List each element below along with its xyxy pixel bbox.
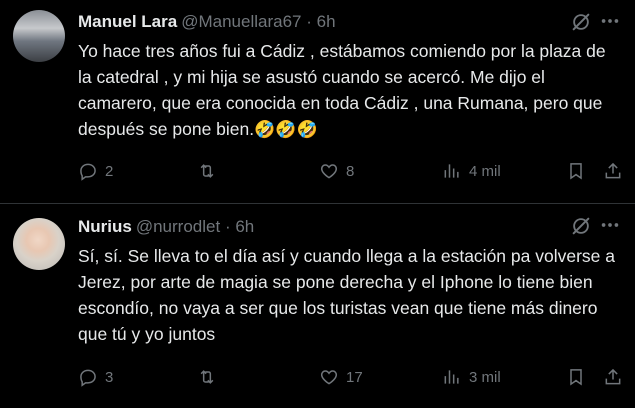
- view-count: 3 mil: [469, 368, 501, 386]
- like-count: 8: [346, 162, 355, 180]
- action-bar: 2 8 4 mil: [78, 160, 623, 182]
- repost-button[interactable]: [197, 160, 224, 182]
- share-icon: [605, 162, 621, 179]
- more-horizontal-icon[interactable]: [599, 10, 621, 32]
- author-name[interactable]: Nurius: [78, 217, 132, 236]
- like-button[interactable]: 17: [319, 366, 363, 388]
- share-button[interactable]: [603, 160, 623, 182]
- tweet[interactable]: Nurius @nurrodlet · 6h Sí, sí. Se lleva t…: [0, 204, 635, 408]
- bookmark-icon: [570, 163, 582, 180]
- reply-count: 3: [105, 368, 114, 386]
- author-handle[interactable]: @Manuellara67: [181, 12, 301, 31]
- reply-button[interactable]: 2: [78, 160, 113, 182]
- share-icon: [605, 368, 621, 385]
- reply-count: 2: [105, 162, 114, 180]
- tweet-header: Manuel Lara @Manuellara67 · 6h: [78, 12, 336, 32]
- author-name[interactable]: Manuel Lara: [78, 12, 177, 31]
- like-button[interactable]: 8: [319, 160, 354, 182]
- more-horizontal-icon[interactable]: [599, 214, 621, 236]
- avatar[interactable]: [13, 218, 65, 270]
- heart-icon: [320, 370, 338, 385]
- views-icon: [444, 370, 459, 384]
- tweet-text: Yo hace tres años fui a Cádiz , estábamo…: [78, 38, 623, 143]
- tweet-body: Yo hace tres años fui a Cádiz , estábamo…: [78, 41, 606, 139]
- action-bar: 3 17 3 mil: [78, 366, 623, 388]
- separator-dot: ·: [306, 12, 312, 31]
- grok-icon[interactable]: [570, 215, 592, 237]
- bookmark-icon: [570, 369, 582, 386]
- repost-icon: [200, 370, 214, 384]
- bookmark-button[interactable]: [566, 160, 586, 182]
- bookmark-button[interactable]: [566, 366, 586, 388]
- tweet-header: Nurius @nurrodlet · 6h: [78, 217, 254, 237]
- avatar[interactable]: [13, 10, 65, 62]
- timestamp[interactable]: 6h: [235, 217, 254, 236]
- views-icon: [444, 164, 459, 178]
- views-button[interactable]: 4 mil: [442, 160, 501, 182]
- tweet-text: Sí, sí. Se lleva to el día así y cuando …: [78, 246, 615, 344]
- view-count: 4 mil: [469, 162, 501, 180]
- author-handle[interactable]: @nurrodlet: [136, 217, 220, 236]
- views-button[interactable]: 3 mil: [442, 366, 501, 388]
- heart-icon: [320, 164, 338, 179]
- repost-button[interactable]: [197, 366, 224, 388]
- separator-dot: ·: [224, 217, 231, 236]
- laughing-emoji-group: 🤣🤣🤣: [254, 120, 318, 139]
- reply-icon: [80, 369, 96, 387]
- tweet[interactable]: Manuel Lara @Manuellara67 · 6h Yo hace tr…: [0, 0, 635, 204]
- like-count: 17: [346, 368, 363, 386]
- reply-icon: [80, 163, 96, 181]
- timestamp[interactable]: 6h: [317, 12, 336, 31]
- repost-icon: [200, 164, 214, 178]
- share-button[interactable]: [603, 366, 623, 388]
- reply-button[interactable]: 3: [78, 366, 113, 388]
- grok-icon[interactable]: [570, 11, 592, 33]
